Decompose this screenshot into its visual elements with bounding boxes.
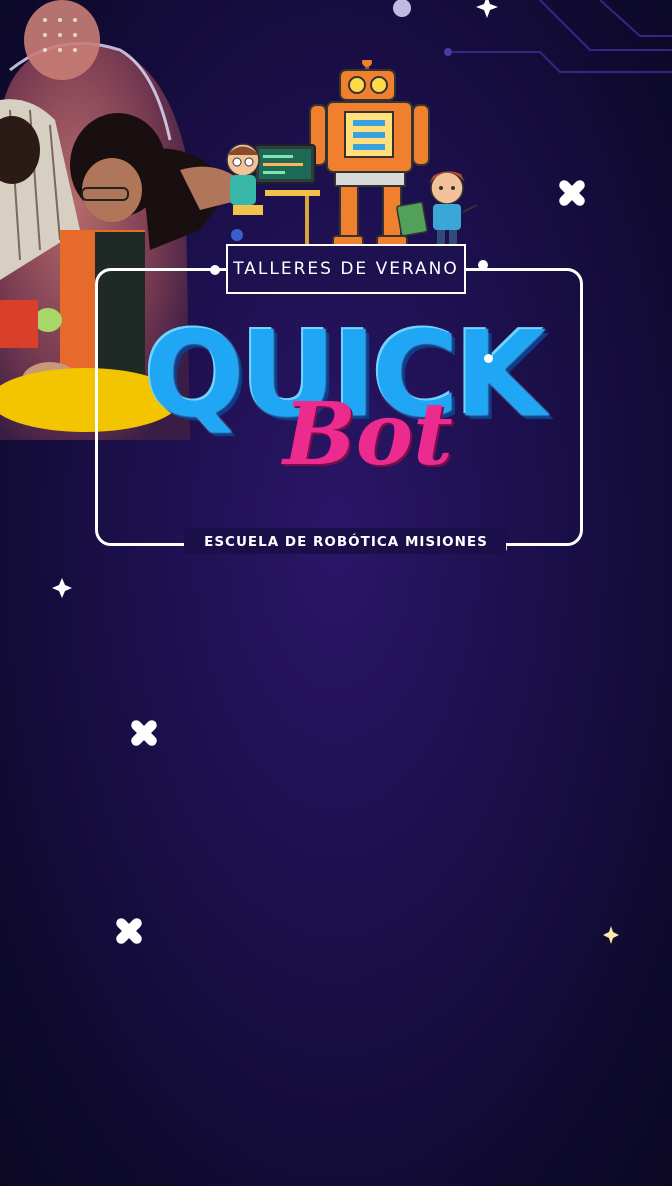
sparkle-icon — [393, 0, 411, 17]
sparkle-icon — [52, 578, 72, 598]
x-mark-icon — [559, 180, 585, 206]
decorations — [52, 0, 619, 944]
x-mark-icon — [131, 720, 157, 746]
x-mark-icon — [116, 918, 142, 944]
sparkle-icon — [603, 926, 619, 944]
sparkle-icon — [476, 0, 498, 18]
